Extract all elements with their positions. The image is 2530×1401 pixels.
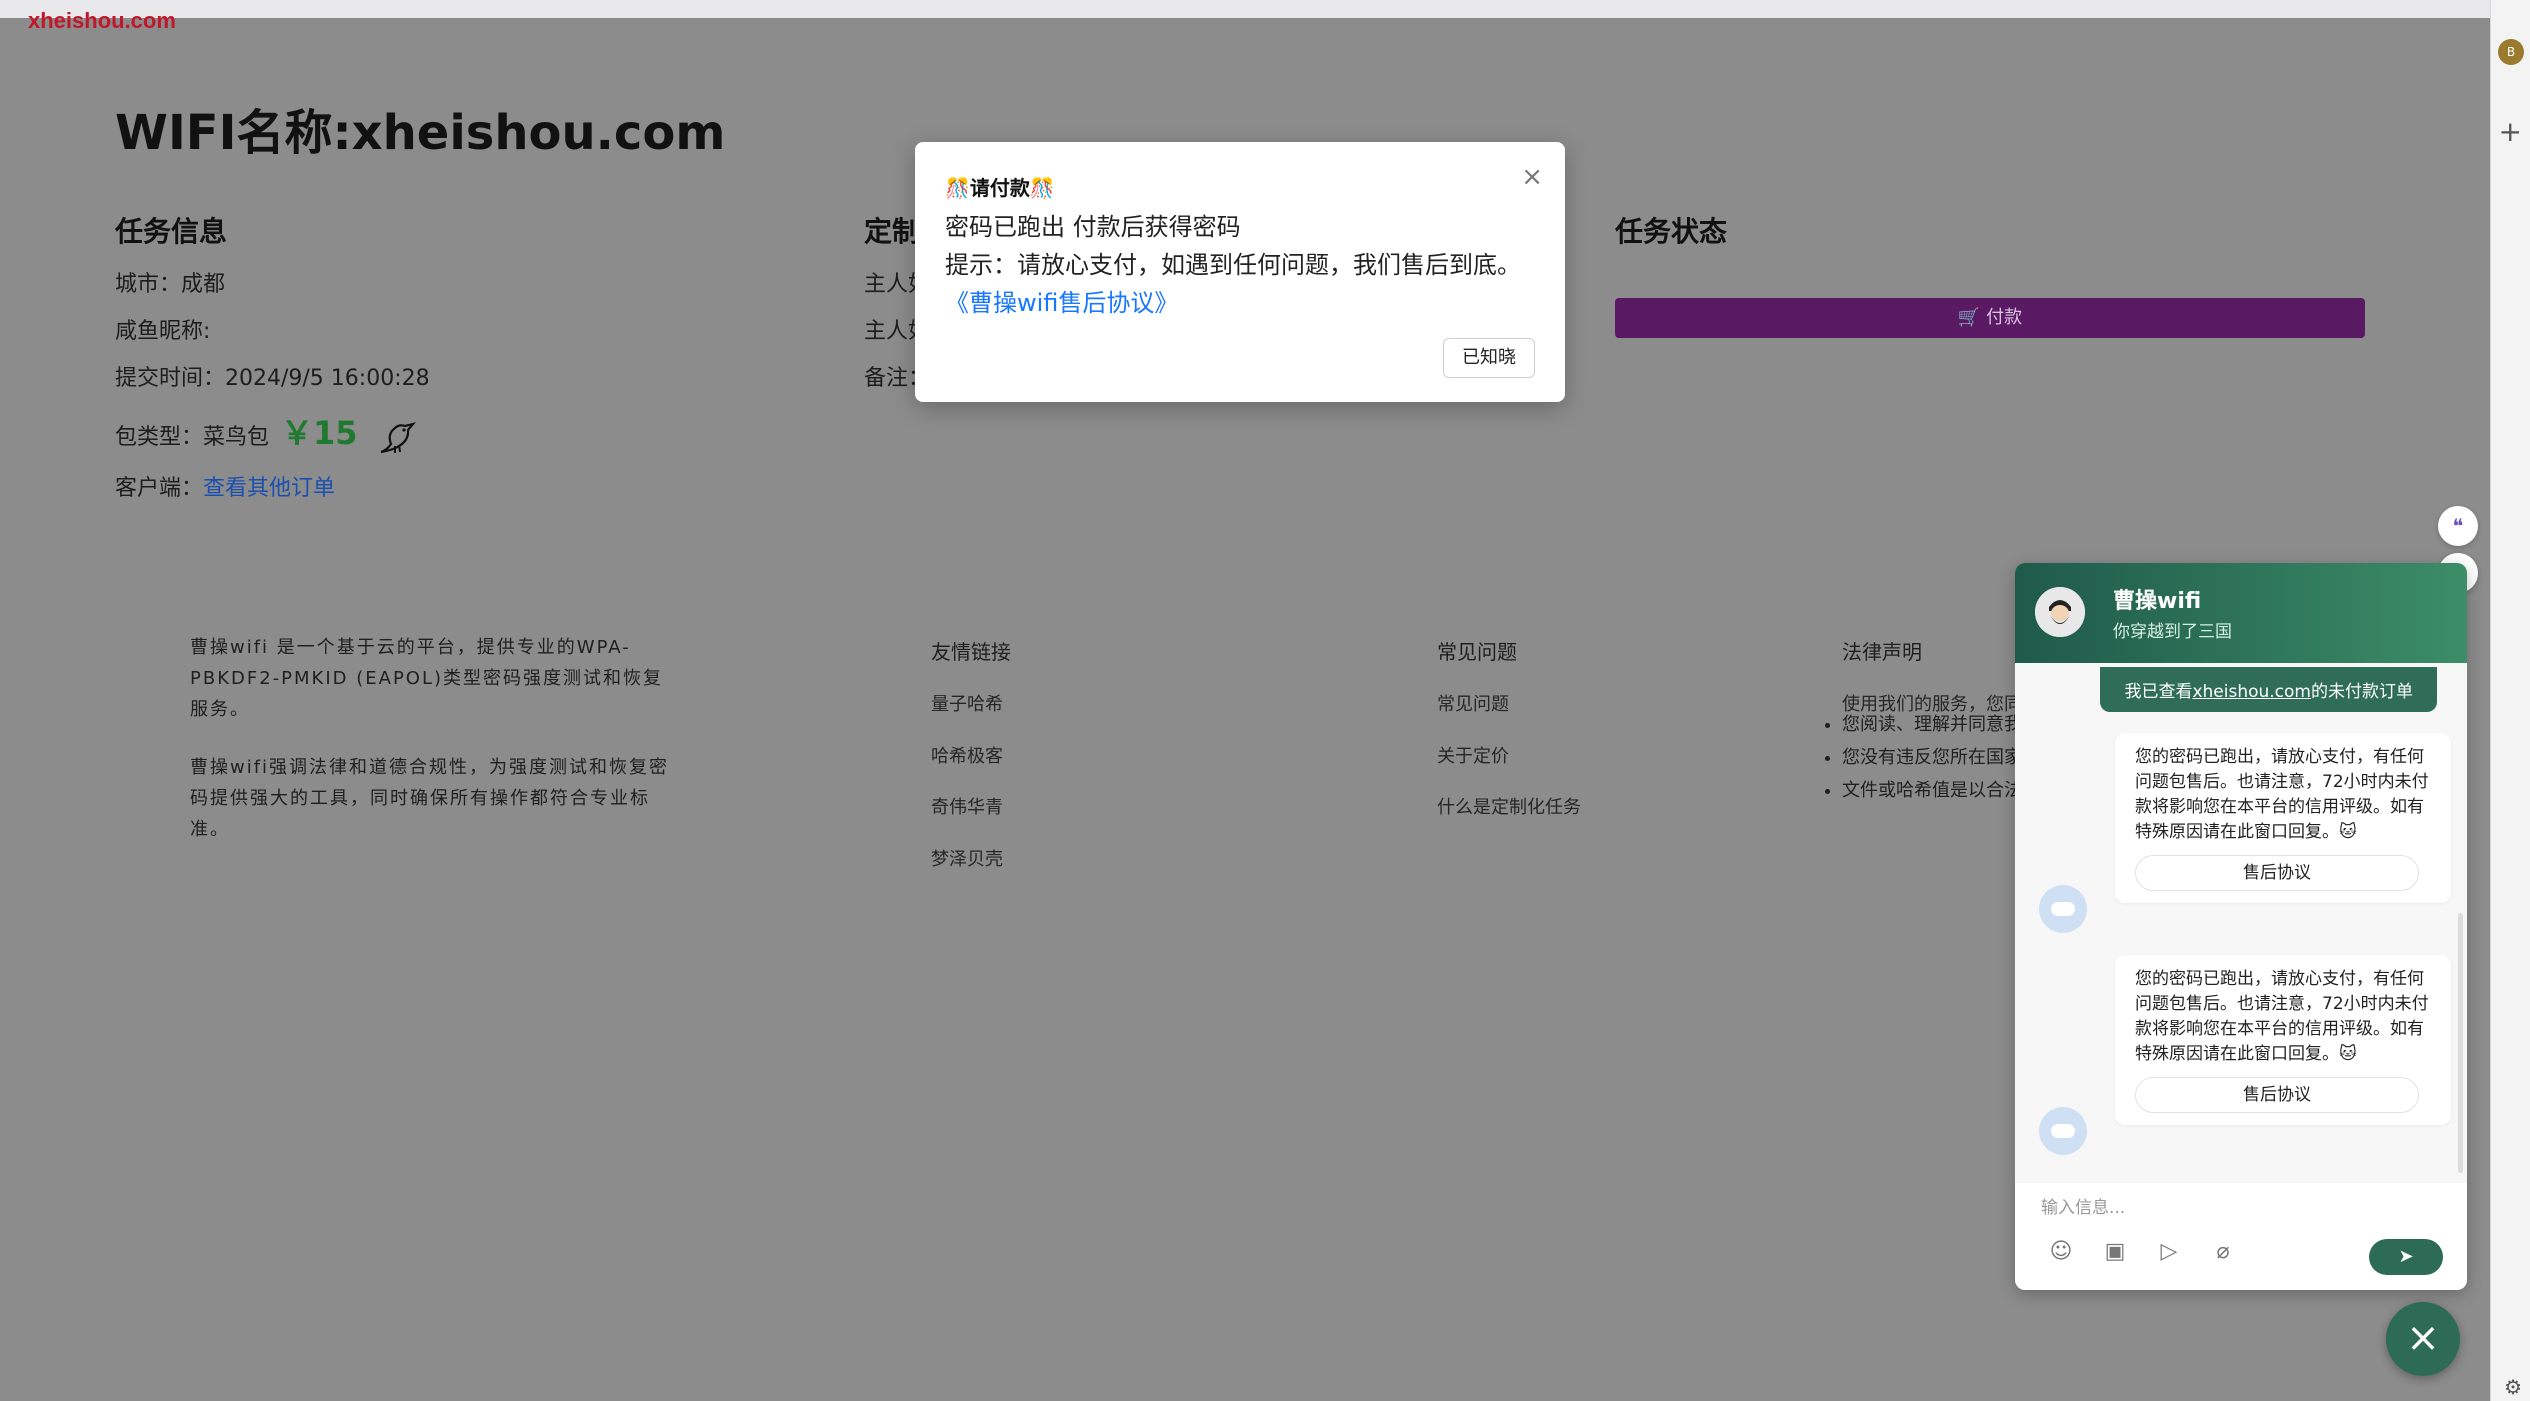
browser-side-rail: B + ⚙ xyxy=(2490,0,2530,1401)
plus-icon[interactable]: + xyxy=(2499,115,2522,148)
other-orders-link[interactable]: 查看其他订单 xyxy=(203,476,335,501)
nickname-line: 咸鱼昵称: xyxy=(115,319,211,344)
after-sales-button[interactable]: 售后协议 xyxy=(2135,855,2419,891)
video-icon[interactable]: ▷ xyxy=(2149,1239,2189,1264)
footer-link[interactable]: 奇伟华青 xyxy=(931,793,1003,819)
user-message: 我已查看xheishou.com的未付款订单 xyxy=(2100,667,2437,712)
city-line: 城市：成都 xyxy=(115,272,226,297)
client-label: 客户端： xyxy=(115,476,204,501)
bot-avatar-icon xyxy=(2039,1107,2087,1155)
bot-message: 您的密码已跑出，请放心支付，有任何问题包售后。也请注意，72小时内未付款将影响您… xyxy=(2115,733,2451,903)
modal-line-1: 密码已跑出 付款后获得密码 xyxy=(945,213,1241,241)
emoji-icon[interactable]: ☺ xyxy=(2041,1239,2081,1264)
acknowledge-button[interactable]: 已知晓 xyxy=(1443,338,1535,378)
close-icon: × xyxy=(2406,1315,2440,1361)
quote-icon[interactable]: ❝ xyxy=(2438,506,2478,546)
links-heading: 友情链接 xyxy=(931,640,1011,664)
after-sales-button[interactable]: 售后协议 xyxy=(2135,1077,2419,1113)
send-button[interactable]: ➤ xyxy=(2369,1239,2443,1275)
send-icon: ➤ xyxy=(2398,1246,2414,1267)
bot-message: 您的密码已跑出，请放心支付，有任何问题包售后。也请注意，72小时内未付款将影响您… xyxy=(2115,955,2451,1125)
user-message-suffix: 的未付款订单 xyxy=(2311,682,2413,702)
payment-modal: 🎊请付款🎊 × 密码已跑出 付款后获得密码 提示：请放心支付，如遇到任何问题，我… xyxy=(915,142,1565,402)
after-sales-agreement-link[interactable]: 《曹操wifi售后协议》 xyxy=(945,289,1178,317)
faq-link[interactable]: 什么是定制化任务 xyxy=(1437,793,1581,819)
price: ￥15 xyxy=(281,414,358,452)
footer-link[interactable]: 哈希极客 xyxy=(931,742,1003,768)
site-brand[interactable]: xheishou.com xyxy=(28,8,176,34)
chat-toolbar: ☺ ▣ ▷ ⌀ xyxy=(2041,1239,2257,1264)
profile-avatar[interactable]: B xyxy=(2498,39,2524,65)
chat-avatar xyxy=(2035,587,2085,637)
bird-icon xyxy=(380,422,416,454)
legal-item: 文件或哈希值是以合法 xyxy=(1842,774,2022,807)
chat-header: 曹操wifi 你穿越到了三国 xyxy=(2015,563,2467,663)
legal-list: 您阅读、理解并同意我 您没有违反您所在国家 文件或哈希值是以合法 xyxy=(1822,708,2022,807)
about-paragraph-2: 曹操wifi强调法律和道德合规性，为强度测试和恢复密码提供强大的工具，同时确保所… xyxy=(190,757,670,840)
package-label: 包类型：菜鸟包 xyxy=(115,425,270,450)
pay-label: 付款 xyxy=(1986,307,2023,328)
chat-input[interactable]: 输入信息... xyxy=(2041,1193,2125,1218)
close-icon[interactable]: × xyxy=(1521,162,1543,192)
chat-scrollbar[interactable] xyxy=(2458,913,2463,1173)
attachment-icon[interactable]: ⌀ xyxy=(2203,1239,2243,1264)
package-line: 包类型：菜鸟包 ￥15 xyxy=(115,408,417,456)
legal-item: 您没有违反您所在国家 xyxy=(1842,741,2022,774)
close-chat-button[interactable]: × xyxy=(2386,1302,2460,1376)
bot-avatar-icon xyxy=(2039,885,2087,933)
legal-heading: 法律声明 xyxy=(1842,640,1922,664)
gear-icon[interactable]: ⚙ xyxy=(2504,1375,2522,1399)
wifi-title: WIFI名称:xheishou.com xyxy=(115,105,726,161)
chat-messages[interactable]: 我已查看xheishou.com的未付款订单 您的密码已跑出，请放心支付，有任何… xyxy=(2015,663,2467,1183)
bearded-man-icon xyxy=(2035,587,2085,637)
about-paragraph-1: 曹操wifi 是一个基于云的平台，提供专业的WPA-PBKDF2-PMKID (… xyxy=(190,637,664,720)
user-message-prefix: 我已查看 xyxy=(2124,682,2193,702)
bot-message-text: 您的密码已跑出，请放心支付，有任何问题包售后。也请注意，72小时内未付款将影响您… xyxy=(2135,969,2429,1064)
bot-message-text: 您的密码已跑出，请放心支付，有任何问题包售后。也请注意，72小时内未付款将影响您… xyxy=(2135,747,2429,842)
submit-time-line: 提交时间：2024/9/5 16:00:28 xyxy=(115,366,430,391)
task-status-heading: 任务状态 xyxy=(1615,215,1728,248)
legal-item: 您阅读、理解并同意我 xyxy=(1842,708,2022,741)
faq-link[interactable]: 关于定价 xyxy=(1437,742,1509,768)
chat-subtitle: 你穿越到了三国 xyxy=(2113,622,2232,642)
modal-body: 密码已跑出 付款后获得密码 提示：请放心支付，如遇到任何问题，我们售后到底。 《… xyxy=(945,208,1535,322)
image-icon[interactable]: ▣ xyxy=(2095,1239,2135,1264)
modal-title: 🎊请付款🎊 xyxy=(945,176,1055,200)
footer-link[interactable]: 量子哈希 xyxy=(931,690,1003,716)
user-message-link[interactable]: xheishou.com xyxy=(2192,682,2311,702)
browser-top-strip xyxy=(0,0,2490,18)
cart-icon: 🛒 xyxy=(1957,307,1981,328)
modal-tip: 提示：请放心支付，如遇到任何问题，我们售后到底。 xyxy=(945,251,1521,279)
custom-heading: 定制 xyxy=(864,215,921,248)
chat-name: 曹操wifi xyxy=(2113,589,2202,614)
faq-link[interactable]: 常见问题 xyxy=(1437,690,1509,716)
task-info-heading: 任务信息 xyxy=(115,215,228,248)
footer-link[interactable]: 梦泽贝壳 xyxy=(931,845,1003,871)
pay-button[interactable]: 🛒 付款 xyxy=(1615,298,2365,338)
faq-heading: 常见问题 xyxy=(1437,640,1517,664)
chat-widget: 曹操wifi 你穿越到了三国 我已查看xheishou.com的未付款订单 您的… xyxy=(2015,563,2467,1290)
client-line: 客户端：查看其他订单 xyxy=(115,470,335,502)
modal-line-2: 提示：请放心支付，如遇到任何问题，我们售后到底。 《曹操wifi售后协议》 xyxy=(945,246,1535,322)
